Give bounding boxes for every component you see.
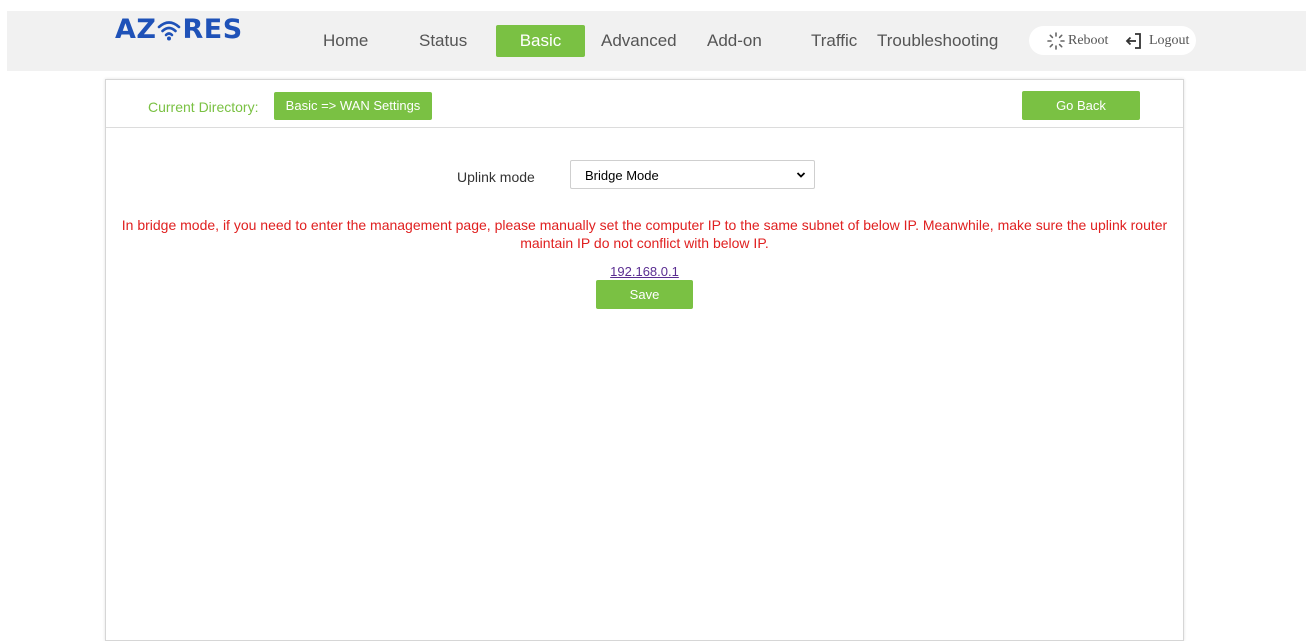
nav-add-on[interactable]: Add-on xyxy=(707,25,762,57)
go-back-button[interactable]: Go Back xyxy=(1022,91,1140,120)
reboot-button[interactable]: Reboot xyxy=(1046,26,1108,55)
nav-status[interactable]: Status xyxy=(419,25,467,57)
reboot-label: Reboot xyxy=(1068,32,1109,48)
logout-label: Logout xyxy=(1149,32,1190,48)
azores-logo: AZ RES xyxy=(115,16,243,43)
save-button[interactable]: Save xyxy=(596,280,693,309)
panel-header: Current Directory: Basic => WAN Settings… xyxy=(106,80,1183,128)
management-ip-link: 192.168.0.1 xyxy=(106,264,1183,279)
logout-arrow-icon xyxy=(1125,32,1141,49)
bridge-mode-warning: In bridge mode, if you need to enter the… xyxy=(121,217,1168,251)
management-ip[interactable]: 192.168.0.1 xyxy=(610,264,679,279)
nav-troubleshooting[interactable]: Troubleshooting xyxy=(877,25,998,57)
logout-button[interactable]: Logout xyxy=(1125,26,1189,55)
uplink-mode-value: Bridge Mode xyxy=(585,168,659,183)
current-directory-label: Current Directory: xyxy=(148,99,259,115)
current-directory-value: Basic => WAN Settings xyxy=(274,92,432,120)
content-panel: Current Directory: Basic => WAN Settings… xyxy=(105,79,1184,641)
nav-basic[interactable]: Basic xyxy=(496,25,585,57)
logo-text-left: AZ xyxy=(115,14,157,45)
wifi-icon xyxy=(158,20,181,40)
logo-text-right: RES xyxy=(182,14,243,45)
session-controls: Reboot Logout xyxy=(1029,26,1196,55)
nav-traffic[interactable]: Traffic xyxy=(811,25,857,57)
uplink-mode-label: Uplink mode xyxy=(457,169,535,185)
nav-home[interactable]: Home xyxy=(323,25,368,57)
chevron-down-icon xyxy=(796,172,806,178)
nav-advanced[interactable]: Advanced xyxy=(601,25,677,57)
spinner-icon xyxy=(1047,31,1065,50)
uplink-mode-select[interactable]: Bridge Mode xyxy=(570,160,815,189)
